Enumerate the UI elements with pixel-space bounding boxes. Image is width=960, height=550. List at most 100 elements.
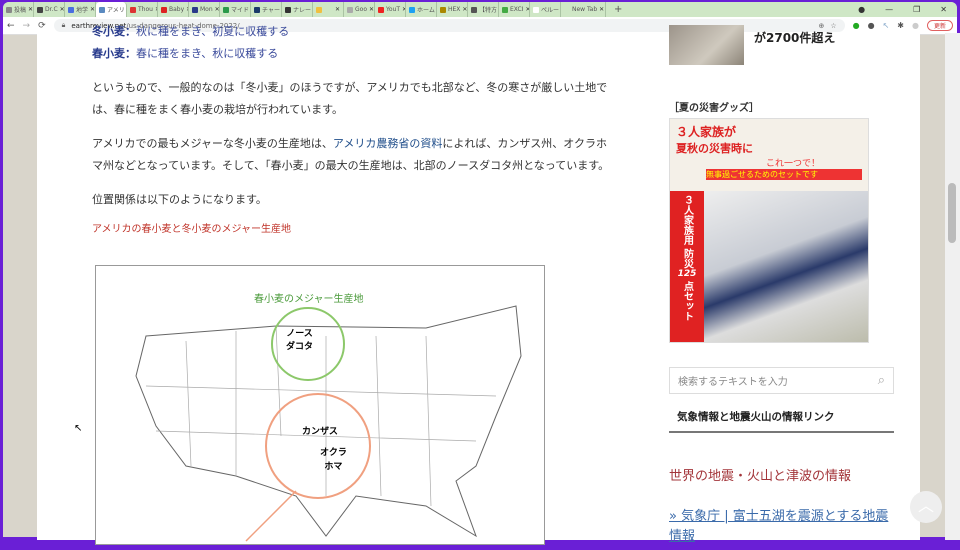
- tab-favicon-icon: [37, 7, 43, 13]
- reload-icon[interactable]: ⟳: [38, 21, 46, 31]
- browser-tab[interactable]: ナレー✕: [282, 2, 313, 17]
- ad-text: 125: [672, 268, 702, 281]
- browser-tab[interactable]: ✕: [313, 2, 344, 17]
- text: アメリカでの最もメジャーな冬小麦の生産地は、: [92, 137, 333, 150]
- browser-tab[interactable]: Goo✕: [344, 2, 375, 17]
- browser-tab[interactable]: チャー✕: [251, 2, 282, 17]
- back-icon[interactable]: ←: [7, 21, 15, 31]
- tab-label: EXCI: [510, 6, 523, 13]
- web-page: 冬小麦：秋に種をまき、初夏に収穫する 春小麦：春に種をまき、秋に収穫する という…: [37, 33, 920, 540]
- new-tab-button[interactable]: +: [606, 4, 630, 15]
- tab-label: Dr.C: [45, 6, 58, 13]
- related-post-thumbnail[interactable]: [669, 25, 744, 65]
- tab-label: 地学: [76, 5, 88, 14]
- goods-heading: ［夏の災害グッズ］: [669, 99, 759, 114]
- browser-tab[interactable]: Thou✕: [127, 2, 158, 17]
- close-tab-icon[interactable]: ✕: [599, 6, 604, 13]
- browser-tab[interactable]: アメリ✕: [96, 2, 127, 17]
- browser-tab[interactable]: Baby✕: [158, 2, 189, 17]
- map-title: 春小麦のメジャー生産地: [254, 290, 364, 305]
- tab-favicon-icon: [316, 7, 322, 13]
- search-placeholder: 検索するテキストを入力: [678, 373, 788, 388]
- tab-favicon-icon: [347, 7, 353, 13]
- browser-tab[interactable]: 【特方✕: [468, 2, 499, 17]
- tab-favicon-icon: [6, 7, 12, 13]
- browser-tab[interactable]: YouT✕: [375, 2, 406, 17]
- tab-label: ペルー: [541, 5, 559, 14]
- jma-link[interactable]: » 気象庁 | 富士五湖を震源とする地震情報: [669, 507, 894, 547]
- kansas-label: カンザス: [302, 424, 338, 437]
- close-tab-icon[interactable]: ✕: [215, 6, 220, 13]
- tab-favicon-icon: [192, 7, 198, 13]
- maximize-button[interactable]: ❐: [913, 5, 920, 14]
- close-tab-icon[interactable]: ✕: [60, 6, 65, 13]
- avatar[interactable]: ●: [912, 21, 919, 30]
- divider: [669, 431, 894, 433]
- tab-label: Goo: [355, 6, 367, 13]
- close-tab-icon[interactable]: ✕: [462, 6, 467, 13]
- browser-tab[interactable]: EXCI✕: [499, 2, 530, 17]
- tab-label: ホーム: [417, 5, 435, 14]
- scrollbar-thumb[interactable]: [948, 183, 956, 243]
- disaster-kit-ad[interactable]: ３人家族が 夏秋の災害時に これ一つで！ 無事過ごせるためのセットです ３人家族…: [669, 118, 869, 343]
- tab-favicon-icon: [378, 7, 384, 13]
- tab-favicon-icon: [440, 7, 446, 13]
- ad-text: ３人家族が: [676, 123, 862, 140]
- paragraph: というもので、一般的なのは「冬小麦」のほうですが、アメリカでも北部など、冬の寒さ…: [92, 77, 617, 121]
- scrollbar[interactable]: [945, 33, 960, 540]
- browser-tab[interactable]: Dr.C✕: [34, 2, 65, 17]
- tab-favicon-icon: [409, 7, 415, 13]
- article-body: 冬小麦：秋に種をまき、初夏に収穫する 春小麦：春に種をまき、秋に収穫する という…: [92, 33, 617, 241]
- tab-bar: 投稿✕Dr.C✕地学✕アメリ✕Thou✕Baby✕Mon✕マイド✕チャー✕ナレー…: [3, 2, 957, 17]
- tab-favicon-icon: [99, 7, 105, 13]
- search-input[interactable]: 検索するテキストを入力 ⌕: [669, 367, 894, 394]
- paragraph: アメリカでの最もメジャーな冬小麦の生産地は、アメリカ農務省の資料によれば、カンザ…: [92, 133, 617, 177]
- mouse-cursor: ↖: [74, 423, 82, 434]
- us-map-outline: [96, 266, 546, 546]
- oklahoma-label: オクラ ホマ: [320, 446, 347, 474]
- browser-tab[interactable]: 投稿✕: [3, 2, 34, 17]
- browser-tab[interactable]: ペルー✕: [530, 2, 561, 17]
- extension-icon[interactable]: ●: [868, 21, 875, 30]
- spring-wheat-label: 春小麦：: [92, 47, 136, 60]
- forward-icon[interactable]: →: [23, 21, 31, 31]
- profile-icon[interactable]: ●: [858, 5, 865, 14]
- search-icon[interactable]: ⌕: [878, 373, 885, 388]
- related-post-title[interactable]: が2700件超え: [754, 29, 835, 46]
- minimize-button[interactable]: —: [885, 5, 893, 14]
- spring-wheat-text: 春に種をまき、秋に収穫する: [136, 47, 278, 60]
- tab-favicon-icon: [161, 7, 167, 13]
- scroll-to-top-button[interactable]: ︿: [910, 491, 942, 523]
- tab-label: アメリ: [107, 5, 125, 14]
- puzzle-icon[interactable]: ✱: [897, 21, 904, 30]
- tab-label: マイド: [231, 5, 249, 14]
- browser-tab[interactable]: マイド✕: [220, 2, 251, 17]
- browser-tab[interactable]: Mon✕: [189, 2, 220, 17]
- update-button[interactable]: 更新: [927, 20, 953, 31]
- world-quake-link[interactable]: 世界の地震・火山と津波の情報: [669, 465, 851, 484]
- tab-favicon-icon: [285, 7, 291, 13]
- close-tab-icon[interactable]: ✕: [28, 6, 33, 13]
- extension-icon[interactable]: ●: [853, 21, 860, 30]
- tab-favicon-icon: [471, 7, 477, 13]
- tab-favicon-icon: [564, 7, 570, 13]
- paragraph: 位置関係は以下のようになります。: [92, 189, 617, 211]
- kit-items-image: [704, 191, 868, 343]
- browser-tab[interactable]: ホーム✕: [406, 2, 437, 17]
- close-tab-icon[interactable]: ✕: [369, 6, 374, 13]
- extension-icon[interactable]: ↖: [883, 21, 890, 30]
- tab-label: Baby: [169, 6, 184, 13]
- browser-tab[interactable]: 地学✕: [65, 2, 96, 17]
- tab-favicon-icon: [533, 7, 539, 13]
- tab-favicon-icon: [223, 7, 229, 13]
- ad-text: 無事過ごせるためのセットです: [706, 169, 862, 180]
- close-tab-icon[interactable]: ✕: [90, 6, 95, 13]
- browser-tab[interactable]: New Tab✕: [561, 2, 606, 17]
- tab-label: Mon: [200, 6, 213, 13]
- close-tab-icon[interactable]: ✕: [335, 6, 340, 13]
- browser-tab[interactable]: HEX✕: [437, 2, 468, 17]
- usda-link[interactable]: アメリカ農務省の資料: [333, 137, 442, 150]
- tab-label: 投稿: [14, 5, 26, 14]
- lock-icon: 🔒︎: [62, 21, 66, 30]
- close-button[interactable]: ✕: [940, 5, 947, 14]
